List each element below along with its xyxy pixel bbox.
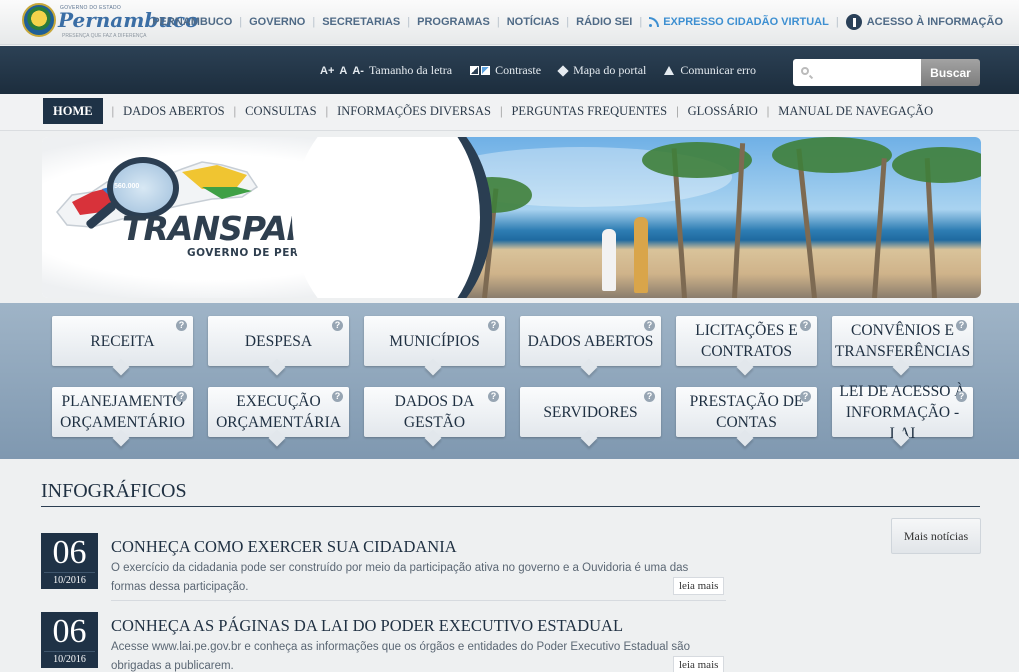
top-nav-programas[interactable]: PROGRAMAS [417,16,490,28]
news-title[interactable]: CONHEÇA COMO EXERCER SUA CIDADANIA [111,537,457,557]
more-news-button[interactable]: Mais notícias [891,518,981,554]
rss-icon [649,17,660,27]
tile-prestacao-contas[interactable]: PRESTAÇÃO DE CONTAS? [676,387,817,437]
help-icon[interactable]: ? [176,320,187,331]
banner-divider-curve [292,137,492,298]
help-icon[interactable]: ? [800,320,811,331]
nav-item-dados-abertos[interactable]: DADOS ABERTOS [123,104,224,119]
top-nav-expresso-cidadao[interactable]: EXPRESSO CIDADÃO VIRTUAL [663,16,829,28]
search-box: Buscar [793,59,980,86]
top-nav-acesso-informacao[interactable]: ACESSO À INFORMAÇÃO [867,16,1003,28]
help-icon[interactable]: ? [488,391,499,402]
news-title[interactable]: CONHEÇA AS PÁGINAS DA LAI DO PODER EXECU… [111,616,623,636]
tile-servidores[interactable]: SERVIDORES? [520,387,661,437]
tile-licitacoes-contratos[interactable]: LICITAÇÕES E CONTRATOS? [676,316,817,366]
tile-convenios-transferencias[interactable]: CONVÊNIOS E TRANSFERÊNCIAS? [832,316,973,366]
tile-receita[interactable]: RECEITA? [52,316,193,366]
top-nav-governo[interactable]: GOVERNO [249,16,305,28]
sitemap-icon [557,64,569,77]
help-icon[interactable]: ? [176,391,187,402]
font-increase-button[interactable]: A+ [320,65,334,77]
nav-item-consultas[interactable]: CONSULTAS [245,104,316,119]
read-more-link[interactable]: leia mais [673,577,725,595]
sitemap-link[interactable]: Mapa do portal [557,63,647,78]
search-input[interactable] [793,59,921,86]
help-icon[interactable]: ? [800,391,811,402]
date-month-year: 10/2016 [44,572,95,586]
transparency-tiles: RECEITA? DESPESA? MUNICÍPIOS? DADOS ABER… [0,303,1019,459]
news-separator [111,600,726,601]
nav-item-informacoes-diversas[interactable]: INFORMAÇÕES DIVERSAS [337,104,491,119]
accessibility-toolbar: A+ A A- Tamanho da letra Contraste Mapa … [0,46,1019,94]
help-icon[interactable]: ? [644,320,655,331]
nav-item-perguntas-frequentes[interactable]: PERGUNTAS FREQUENTES [511,104,667,119]
contrast-icon-alt [481,66,491,75]
help-icon[interactable]: ? [332,320,343,331]
main-nav: HOME | DADOS ABERTOS | CONSULTAS | INFORMAÇ… [0,94,1019,131]
top-nav: PERNAMBUCO | GOVERNO | SECRETARIAS | PROGRA… [152,14,1003,30]
news-item: 06 10/2016 CONHEÇA AS PÁGINAS DA LAI DO … [41,612,726,672]
state-seal-icon [22,3,56,37]
report-error-label: Comunicar erro [680,63,757,77]
tile-despesa[interactable]: DESPESA? [208,316,349,366]
info-icon [845,14,862,30]
tile-dados-gestao[interactable]: DADOS DA GESTÃO? [364,387,505,437]
font-size-label: Tamanho da letra [368,63,453,77]
news-summary: Acesse www.lai.pe.gov.br e conheça as in… [111,641,690,672]
warning-icon [664,66,675,75]
nav-item-manual-navegacao[interactable]: MANUAL DE NAVEGAÇÃO [778,104,933,119]
nav-item-home[interactable]: HOME [43,98,103,124]
tile-planejamento-orcamentario[interactable]: PLANEJAMENTO ORÇAMENTÁRIO? [52,387,193,437]
news-summary: O exercício da cidadania pode ser constr… [111,562,689,593]
top-nav-pernambuco[interactable]: PERNAMBUCO [152,16,232,28]
help-icon[interactable]: ? [488,320,499,331]
contrast-label: Contraste [495,63,542,77]
section-divider [41,506,980,507]
infograficos-title: INFOGRÁFICOS [41,480,187,502]
magnifier-number: 560.000 [114,183,140,190]
tile-municipios[interactable]: MUNICÍPIOS? [364,316,505,366]
help-icon[interactable]: ? [956,391,967,402]
top-nav-secretarias[interactable]: SECRETARIAS [322,16,400,28]
date-badge: 06 10/2016 [41,612,98,668]
nav-item-glossario[interactable]: GLOSSÁRIO [688,104,758,119]
pernambuco-logo[interactable]: GOVERNO DO ESTADO Pernambuco PRESENÇA QU… [22,3,198,41]
tile-execucao-orcamentaria[interactable]: EXECUÇÃO ORÇAMENTÁRIA? [208,387,349,437]
tile-lei-acesso-informacao[interactable]: LEI DE ACESSO À INFORMAÇÃO - LAI? [832,383,973,442]
contrast-button[interactable]: Contraste [470,63,541,78]
top-bar: GOVERNO DO ESTADO Pernambuco PRESENÇA QU… [0,0,1019,45]
top-nav-noticias[interactable]: NOTÍCIAS [507,16,560,28]
date-day: 06 [52,613,87,650]
top-nav-radio-sei[interactable]: RÁDIO SEI [576,16,632,28]
help-icon[interactable]: ? [332,391,343,402]
contrast-icon [470,66,480,75]
sitemap-label: Mapa do portal [573,63,647,77]
date-month-year: 10/2016 [44,651,95,665]
tile-dados-abertos[interactable]: DADOS ABERTOS? [520,316,661,366]
date-day: 06 [52,534,87,571]
transparencia-banner: 560.000 TRANSPARÊNCIA GOVERNO DE PERNAMB… [42,137,981,298]
date-badge: 06 10/2016 [41,533,98,589]
search-button[interactable]: Buscar [921,59,980,86]
logo-tagline: PRESENÇA QUE FAZ A DIFERENÇA [62,33,147,39]
report-error-link[interactable]: Comunicar erro [664,63,756,78]
font-decrease-button[interactable]: A- [352,65,364,77]
read-more-link[interactable]: leia mais [673,656,725,672]
news-item: 06 10/2016 CONHEÇA COMO EXERCER SUA CIDA… [41,533,726,613]
font-normal-button[interactable]: A [339,65,347,77]
help-icon[interactable]: ? [956,320,967,331]
search-icon [801,67,809,75]
help-icon[interactable]: ? [644,391,655,402]
